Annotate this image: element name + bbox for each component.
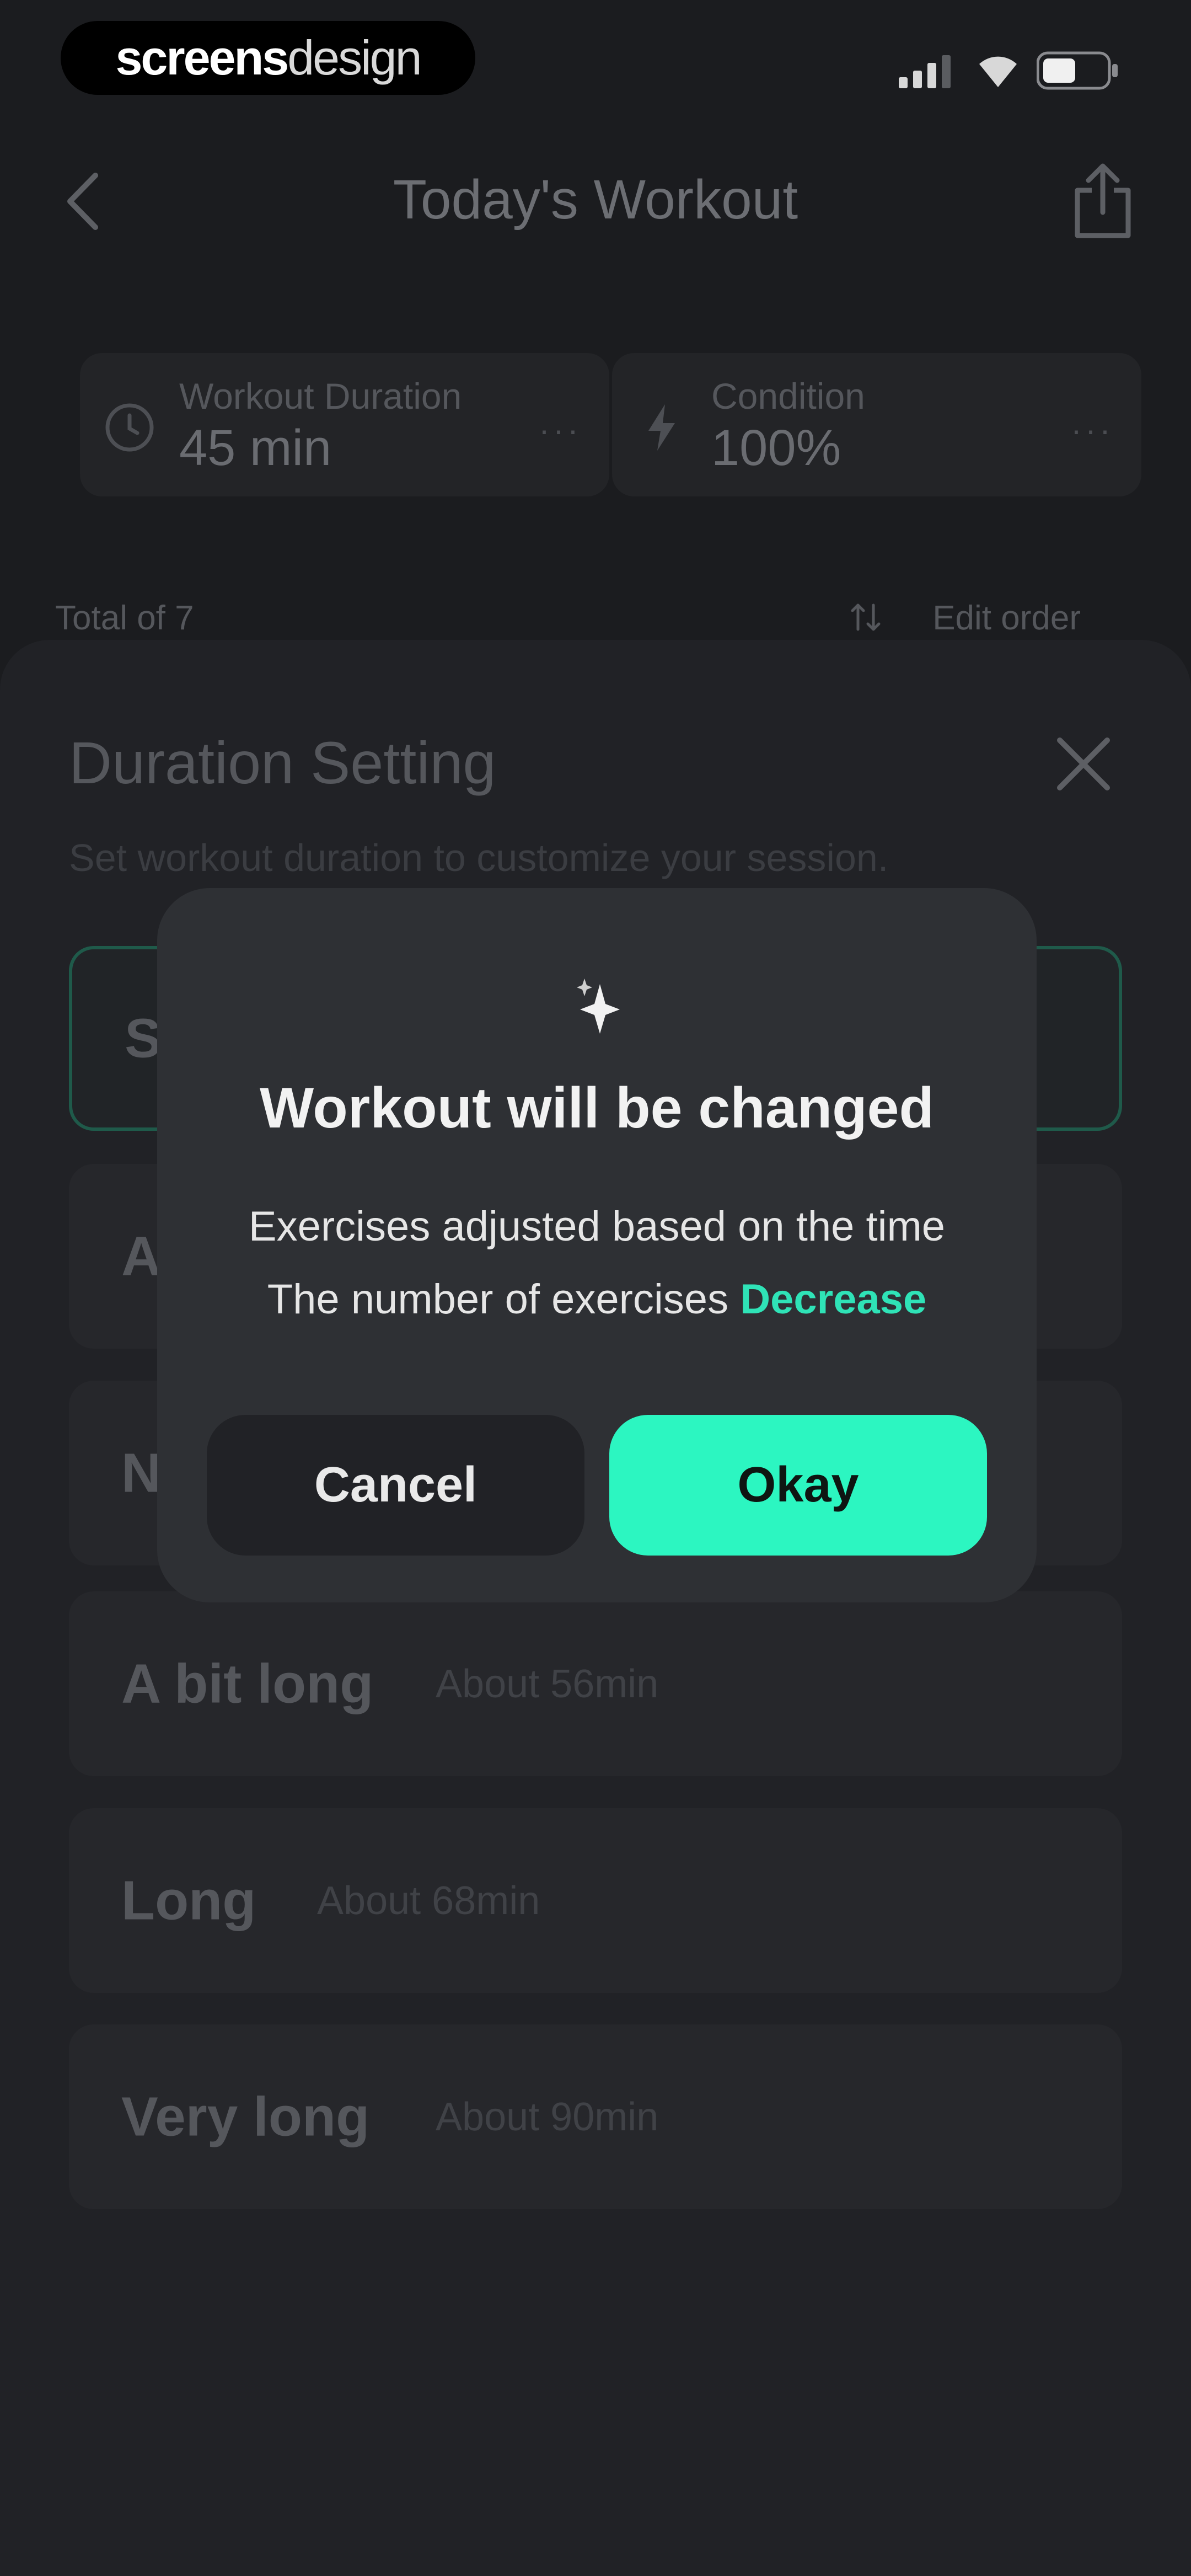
status-bar: screens design bbox=[0, 0, 1191, 127]
wifi-icon bbox=[979, 56, 1017, 87]
change-direction-label: Decrease bbox=[740, 1276, 927, 1323]
exercise-total-label: Total of 7 bbox=[55, 599, 194, 637]
nav-bar: Today's Workout bbox=[0, 138, 1191, 265]
app-screen: screens design Today's Workout Workout D… bbox=[0, 0, 1191, 2576]
brand-logo: screens design bbox=[61, 21, 475, 95]
stat-value: 100% bbox=[711, 420, 841, 476]
sheet-subtitle: Set workout duration to customize your s… bbox=[69, 836, 889, 879]
brand-logo-bold: screens bbox=[115, 30, 289, 85]
brand-logo-light: design bbox=[287, 30, 422, 85]
workout-duration-card[interactable]: Workout Duration 45 min ··· bbox=[80, 353, 609, 496]
sort-icon bbox=[851, 603, 881, 631]
duration-option[interactable]: Very long About 90min bbox=[69, 2024, 1122, 2209]
stat-label: Condition bbox=[711, 376, 865, 416]
exercise-list-header: Total of 7 Edit order bbox=[0, 598, 1191, 643]
duration-option-detail: About 68min bbox=[317, 1878, 540, 1923]
more-icon: ··· bbox=[539, 411, 582, 448]
workout-change-dialog: Workout will be changed Exercises adjust… bbox=[157, 888, 1037, 1602]
dialog-message-change: The number of exercises Decrease bbox=[157, 1275, 1037, 1323]
sheet-title: Duration Setting bbox=[69, 729, 496, 796]
sparkle-icon bbox=[577, 979, 620, 1034]
okay-button[interactable]: Okay bbox=[609, 1415, 987, 1556]
duration-option-label: Long bbox=[121, 1869, 256, 1931]
duration-option-detail: About 56min bbox=[436, 1661, 659, 1706]
duration-option[interactable]: A bit long About 56min bbox=[69, 1591, 1122, 1776]
duration-option-detail: About 90min bbox=[436, 2094, 659, 2139]
edit-order-button[interactable]: Edit order bbox=[932, 598, 1081, 638]
stat-label: Workout Duration bbox=[179, 376, 462, 416]
duration-option-label: A bit long bbox=[121, 1653, 374, 1714]
clock-icon bbox=[105, 403, 154, 452]
dialog-message: Exercises adjusted based on the time bbox=[248, 1203, 946, 1250]
signal-icon bbox=[899, 55, 951, 88]
duration-option-label: N bbox=[121, 1442, 162, 1504]
more-icon: ··· bbox=[1071, 411, 1114, 448]
duration-option[interactable]: Long About 68min bbox=[69, 1808, 1122, 1993]
dialog-message-prefix: The number of exercises bbox=[267, 1276, 741, 1323]
cancel-button[interactable]: Cancel bbox=[207, 1415, 584, 1556]
duration-option-label: Very long bbox=[121, 2086, 370, 2147]
duration-option-label: S bbox=[125, 1007, 162, 1069]
duration-option-label: A bbox=[121, 1225, 162, 1287]
condition-card[interactable]: Condition 100% ··· bbox=[612, 353, 1141, 496]
close-icon[interactable] bbox=[1053, 734, 1114, 794]
dialog-title: Workout will be changed bbox=[259, 1076, 935, 1140]
stat-value: 45 min bbox=[179, 420, 332, 476]
page-title: Today's Workout bbox=[393, 169, 798, 231]
share-icon[interactable] bbox=[1070, 163, 1136, 240]
bolt-icon bbox=[648, 404, 675, 451]
battery-icon bbox=[1037, 51, 1118, 90]
